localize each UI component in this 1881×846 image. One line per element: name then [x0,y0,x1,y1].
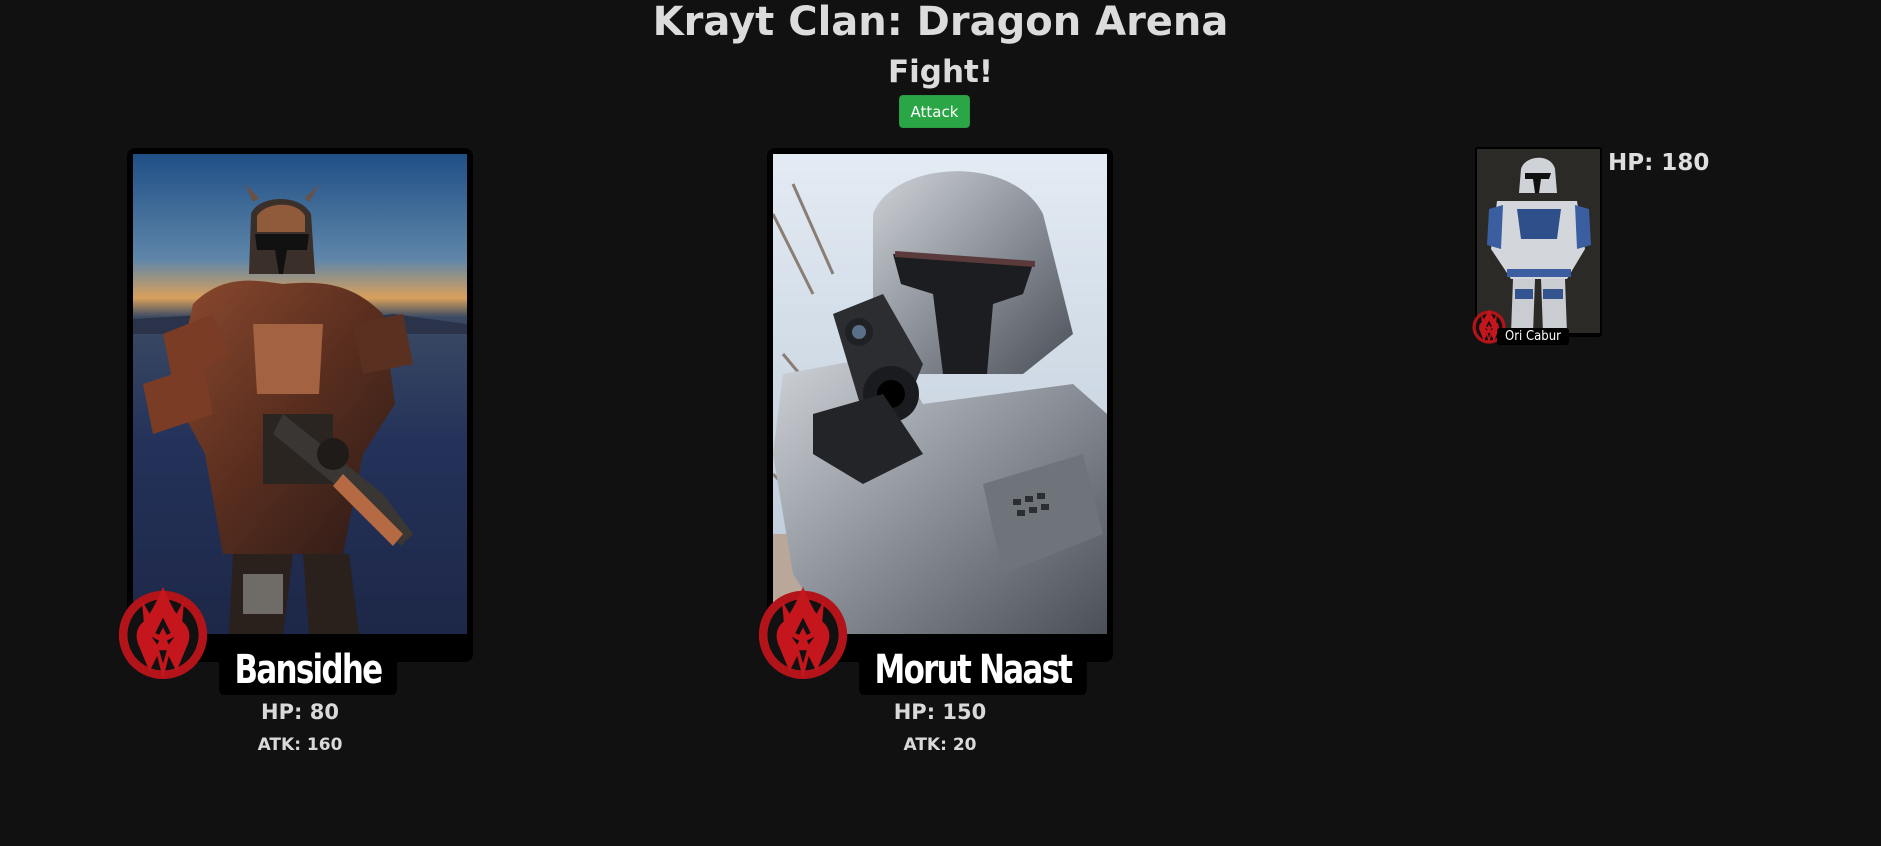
queued-fighter-name: Ori Cabur [1497,328,1569,345]
krayt-dragon-crest-icon [755,578,851,686]
queued-fighter-card: Ori Cabur [1475,147,1602,347]
player-card: Bansidhe HP: 80 ATK: 160 [127,148,473,755]
player-hp: HP: 80 [261,700,339,724]
fight-heading: Fight! [887,54,994,90]
opponent-hp: HP: 150 [893,700,987,724]
opponent-atk: ATK: 20 [903,735,977,755]
opponent-card: Morut Naast HP: 150 ATK: 20 [767,148,1113,755]
player-name: Bansidhe [219,645,397,695]
player-portrait [133,154,467,634]
opponent-portrait [773,154,1107,634]
queued-fighter-hp: HP: 180 [1608,150,1710,176]
player-atk: ATK: 160 [257,735,343,755]
opponent-name: Morut Naast [859,645,1087,695]
attack-button[interactable]: Attack [899,95,970,128]
krayt-dragon-crest-icon [115,578,211,686]
page-title: Krayt Clan: Dragon Arena [652,0,1229,45]
